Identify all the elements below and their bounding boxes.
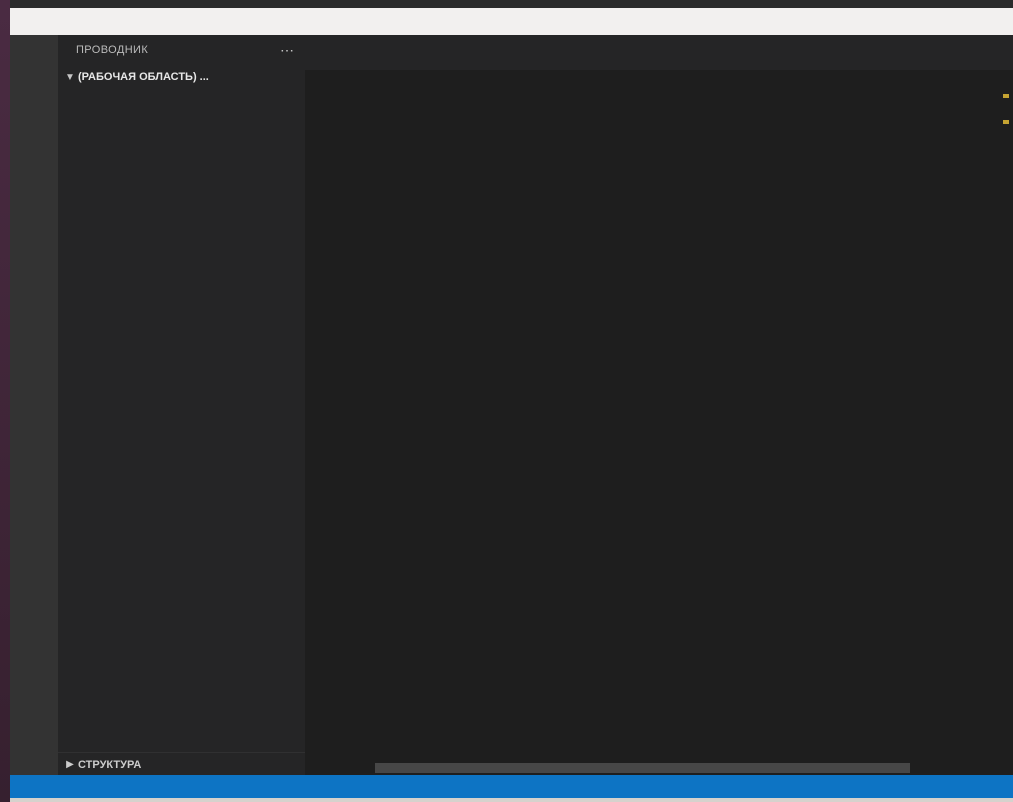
workspace-section-header[interactable]: ▼ (РАБОЧАЯ ОБЛАСТЬ) ... (58, 65, 305, 89)
horizontal-scrollbar[interactable] (375, 763, 910, 773)
activity-bar (10, 35, 58, 775)
sidebar-more-actions-icon[interactable]: ⋯ (280, 42, 295, 59)
workspace-label: (РАБОЧАЯ ОБЛАСТЬ) ... (78, 71, 209, 83)
chevron-down-icon: ▼ (62, 72, 78, 83)
desktop-edge-left (0, 0, 10, 802)
explorer-sidebar: ПРОВОДНИК ⋯ ▼ (РАБОЧАЯ ОБЛАСТЬ) ... (58, 35, 305, 775)
outline-label: СТРУКТУРА (78, 759, 141, 771)
tab-bar (305, 35, 1013, 70)
desktop-edge-bottom (10, 798, 1013, 802)
warning-mark (1003, 120, 1009, 124)
breadcrumb[interactable] (305, 70, 1013, 92)
sidebar-title: ПРОВОДНИК (76, 44, 148, 56)
window-top-strip (10, 0, 1013, 8)
menu-bar (10, 8, 1013, 35)
code-editor[interactable] (305, 92, 930, 761)
chevron-right-icon: ▶ (62, 759, 78, 770)
outline-section-header[interactable]: ▶ СТРУКТУРА (58, 752, 309, 776)
overview-ruler[interactable] (1000, 92, 1013, 761)
editor-group (305, 35, 1013, 775)
warning-mark (1003, 94, 1009, 98)
status-bar (10, 775, 1013, 798)
minimap[interactable] (930, 92, 1000, 232)
